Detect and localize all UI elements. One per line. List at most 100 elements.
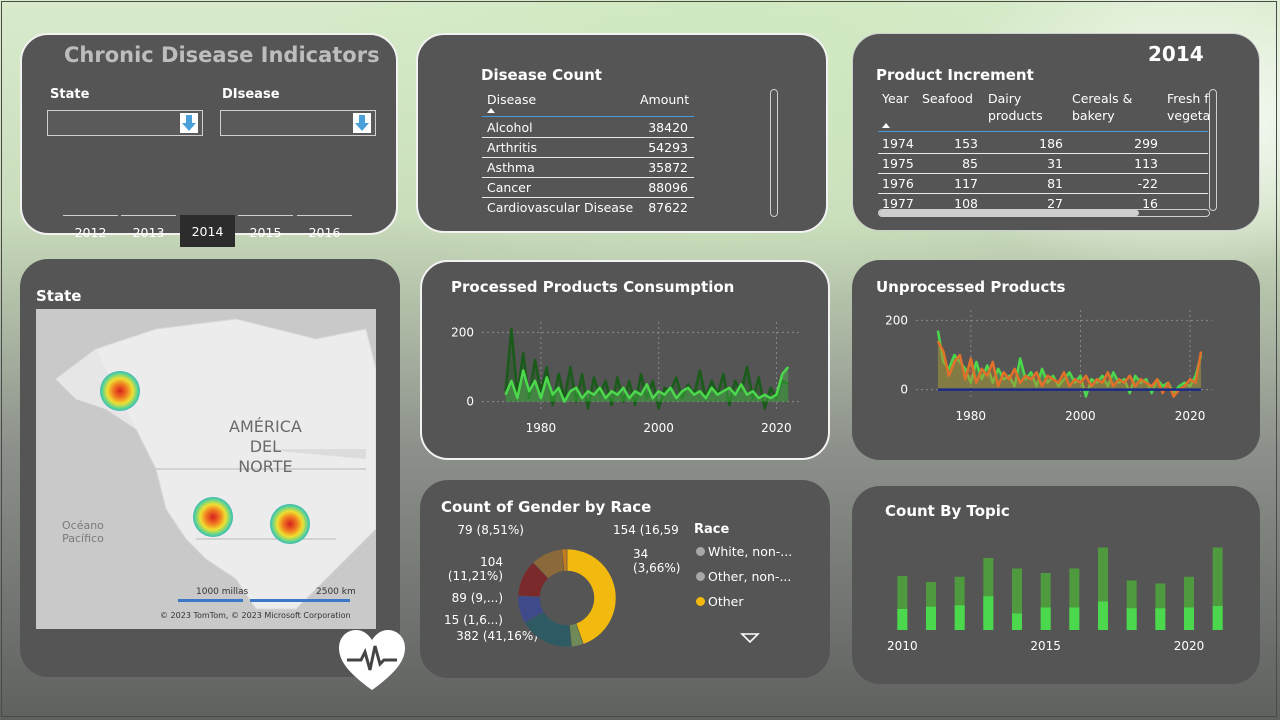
row-divider [878,173,1208,174]
donut-data-label: 382 (41,16%) [456,629,538,643]
year-tab-2014[interactable]: 2014 [180,215,235,247]
product-value-cell: 113 [1134,156,1158,171]
state-map-card: State AMÉRICA DEL NORTE Océano Pacífico … [20,259,400,677]
donut-data-label: 89 (9,...) [452,591,503,605]
product-year-cell: 1977 [882,196,914,211]
disease-name-cell[interactable]: Arthritis [487,140,537,155]
bar-segment[interactable] [1069,607,1080,631]
row-divider [482,197,694,198]
x-tick-label: 1980 [956,409,987,423]
y-tick-label: 200 [451,325,474,339]
vertical-scrollbar[interactable] [770,89,778,217]
product-column-header[interactable]: Cereals & bakery [1072,90,1132,124]
unprocessed-products-line-chart[interactable]: 20001980 2000 2020 [852,300,1256,450]
state-dropdown[interactable] [47,110,203,136]
year-tab-2012[interactable]: 2012 [63,215,118,248]
year-tab-2015[interactable]: 2015 [238,215,293,248]
donut-data-label: 104 [480,555,503,569]
product-increment-title: Product Increment [876,66,1034,84]
disease-header[interactable]: Disease [487,92,536,107]
map-heat-point-alaska[interactable] [100,371,140,411]
unprocessed-chart-card: Unprocessed Products 200 0 1980 2000 2020 [852,260,1260,460]
product-column-header[interactable]: Year [882,90,908,107]
donut-title: Count of Gender by Race [441,498,652,516]
map-heat-point-southwest[interactable] [193,497,233,537]
arrow-down-icon [353,113,371,133]
row-divider [482,137,694,138]
x-tick-label: 2000 [1065,409,1096,423]
header-divider [878,131,1208,132]
x-tick-label: 2020 [761,421,792,435]
disease-amount-cell: 35872 [648,160,688,175]
donut-data-label: (3,66%) [633,561,680,575]
product-value-cell: 81 [1047,176,1063,191]
bar-segment[interactable] [1098,601,1108,631]
donut-data-label: 79 (8,51%) [457,523,524,537]
bar-segment[interactable] [926,606,936,630]
bar-segment[interactable] [897,609,908,630]
disease-name-cell[interactable]: Alcohol [487,120,533,135]
disease-name-cell[interactable]: Asthma [487,160,535,175]
row-divider [482,177,694,178]
disease-count-title: Disease Count [481,66,602,84]
bar-segment[interactable] [983,596,994,630]
y-tick-label: 0 [466,395,474,409]
processed-chart-card: Processed Products Consumption 200 0 1980 2… [420,260,830,460]
year-badge: 2014 [1148,42,1204,66]
gender-race-card: Count of Gender by Race 382 (41,16%) 34 (3… [420,480,830,678]
disease-filter-label: DIsease [222,87,280,102]
donut-data-label: 34 [633,547,648,561]
product-value-cell: 186 [1039,136,1063,151]
state-filter-label: State [50,87,90,102]
disease-amount-cell: 54293 [648,140,688,155]
product-value-cell: -22 [1137,176,1158,191]
scale-bar-miles: 1000 millas [196,587,249,597]
count-by-topic-card: Count By Topic 2010 2015 2020 [852,486,1260,684]
count-by-topic-bar-chart[interactable]: 2010 2015 2020 [852,526,1256,676]
map-view[interactable]: AMÉRICA DEL NORTE Océano Pacífico 1000 m… [36,309,376,629]
disease-dropdown[interactable] [220,110,376,136]
bar-segment[interactable] [1012,613,1022,631]
bar-segment[interactable] [1040,607,1051,631]
bar-segment[interactable] [1184,607,1194,631]
product-value-cell: 299 [1134,136,1158,151]
processed-products-line-chart[interactable]: 20001980 2000 2020 [422,302,828,452]
bar-segment[interactable] [1126,608,1137,630]
bar-segment[interactable] [954,605,965,630]
x-tick-label: 2020 [1174,639,1205,653]
legend-entry[interactable]: White, non-... [708,544,792,559]
chevron-down-icon[interactable] [740,632,760,644]
amount-header[interactable]: Amount [640,92,689,107]
gender-race-donut-chart[interactable]: 382 (41,16%) 34(3,66%) 154 (16,59...) 79 (8… [420,518,680,678]
year-tab-2013[interactable]: 2013 [121,215,176,248]
product-value-cell: 108 [954,196,978,211]
row-divider [878,193,1208,194]
y-tick-label: 200 [885,313,908,327]
row-divider [878,153,1208,154]
product-year-cell: 1974 [882,136,914,151]
legend-entry[interactable]: Other [708,594,744,609]
bar-segment[interactable] [1212,606,1223,630]
bar-segment[interactable] [1155,608,1166,630]
disease-name-cell[interactable]: Cardiovascular Disease [487,200,633,215]
year-tab-2016[interactable]: 2016 [297,215,352,248]
x-tick-label: 2020 [1175,409,1206,423]
product-column-header[interactable]: Dairy products [988,90,1043,124]
map-heat-point-southeast[interactable] [270,504,310,544]
disease-name-cell[interactable]: Cancer [487,180,531,195]
y-tick-label: 0 [900,383,908,397]
product-year-cell: 1976 [882,176,914,191]
header-divider [482,116,694,117]
scale-bar-km: 2500 km [316,587,356,597]
donut-data-label: 154 (16,59...) [613,523,680,537]
x-tick-label: 2015 [1030,639,1061,653]
map-copyright: © 2023 TomTom, © 2023 Microsoft Corporat… [160,611,351,620]
product-column-header[interactable]: Fresh f vegeta [1167,90,1210,124]
sort-asc-icon [882,123,890,128]
legend-marker [696,597,705,606]
filters-card: Chronic Disease Indicators State DIsease… [20,33,398,247]
product-column-header[interactable]: Seafood [922,90,973,107]
product-value-cell: 16 [1142,196,1158,211]
legend-entry[interactable]: Other, non-... [708,569,791,584]
heart-pulse-icon [339,630,405,690]
